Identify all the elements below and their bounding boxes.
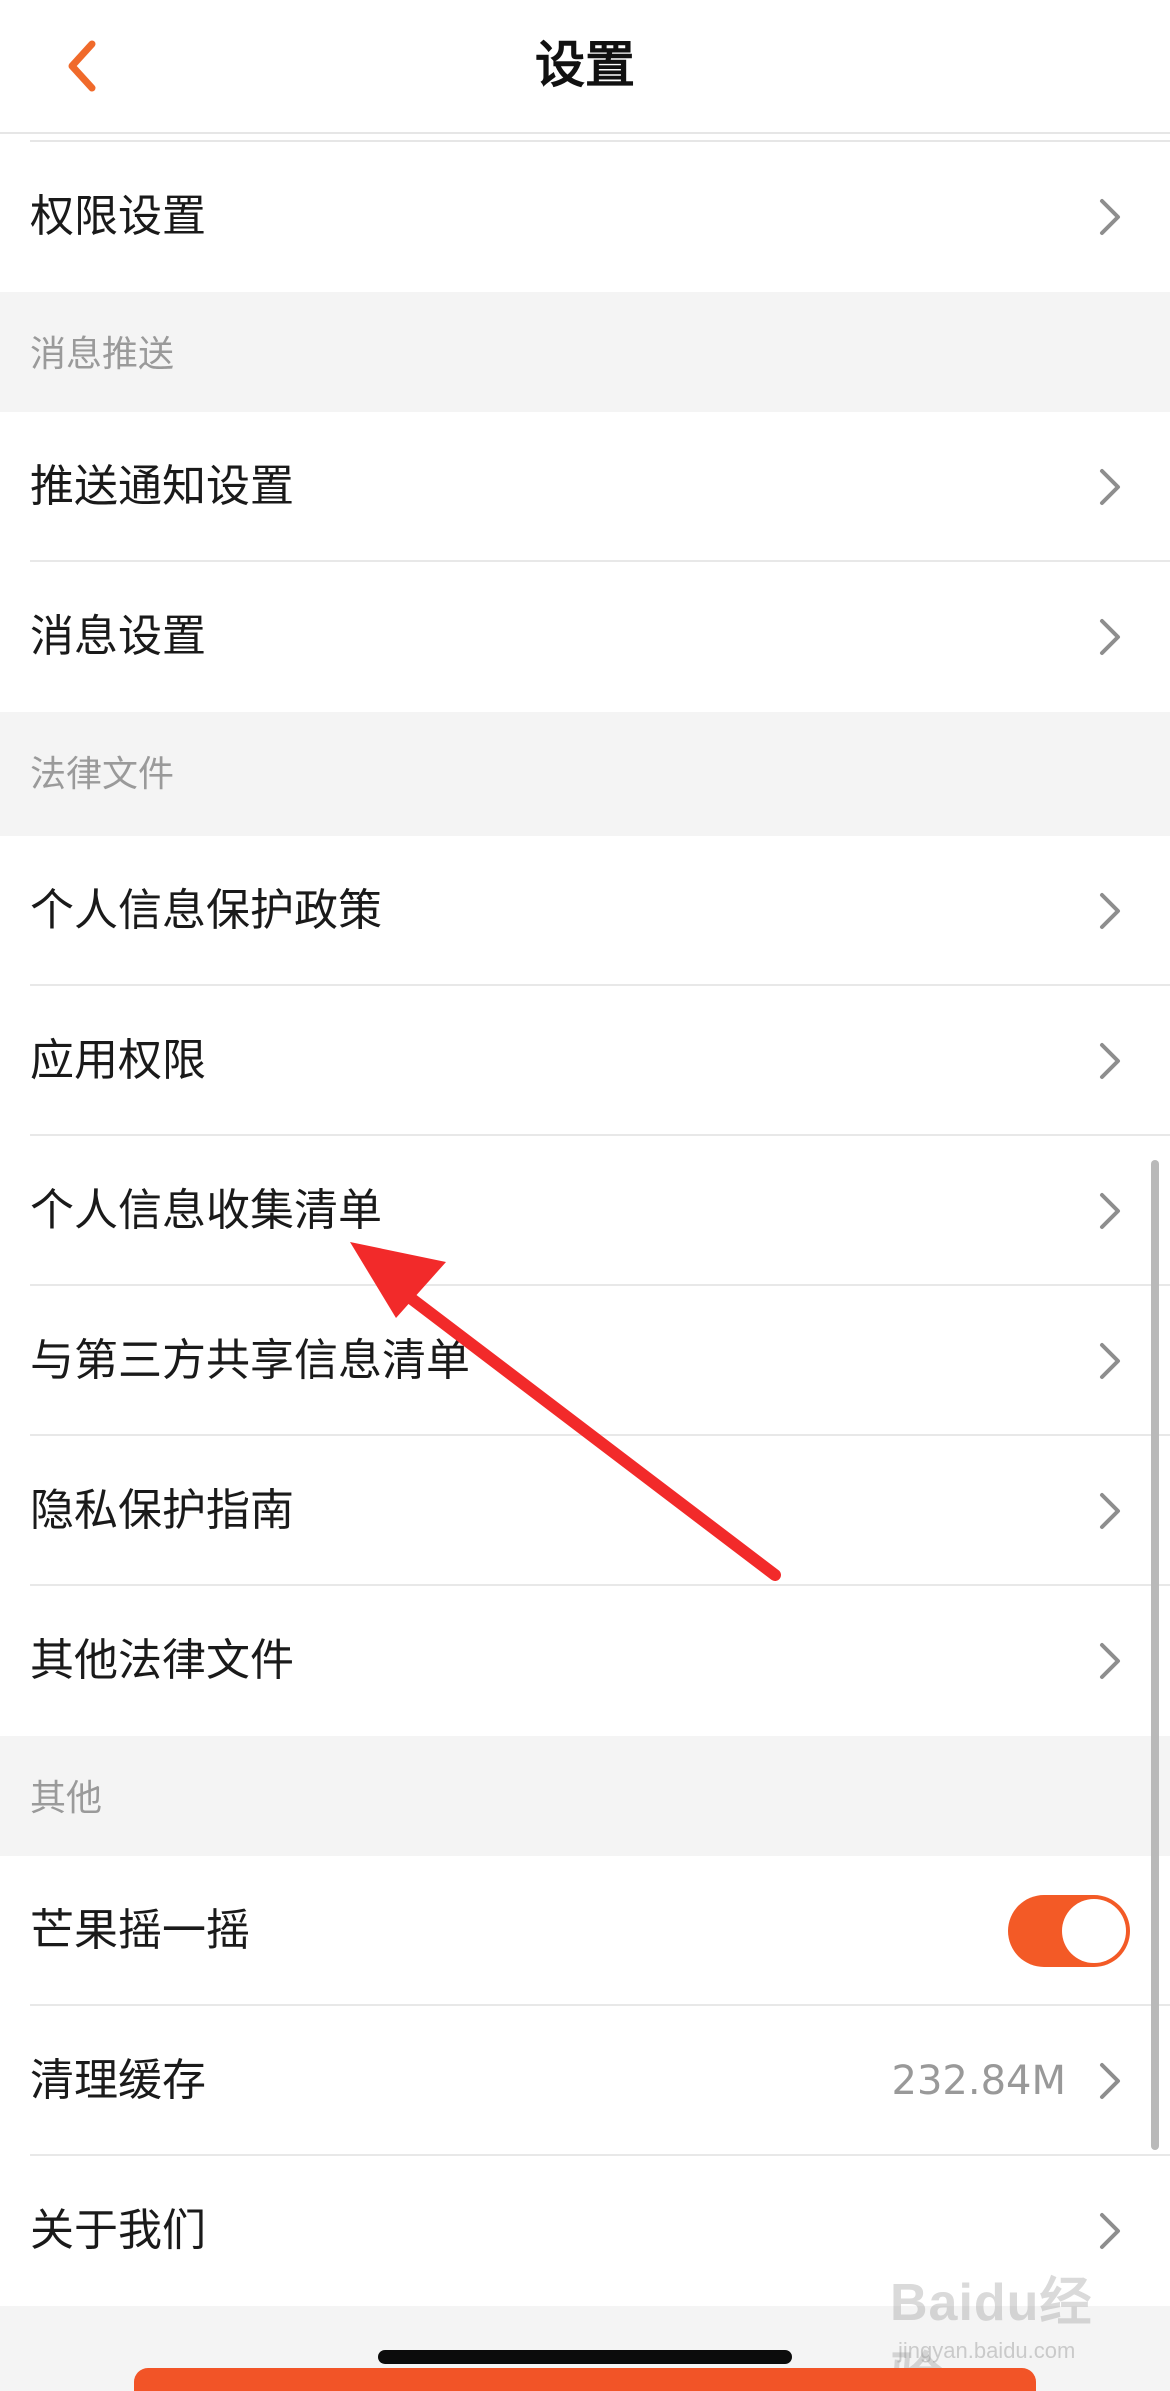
row-label: 芒果摇一摇: [30, 1905, 250, 1956]
section-header-legal-documents: 法律文件: [0, 712, 1170, 832]
chevron-right-icon: [1100, 619, 1120, 655]
row-personal-info-protection-policy[interactable]: 个人信息保护政策: [0, 836, 1170, 986]
chevron-right-icon: [1100, 1343, 1120, 1379]
row-label: 消息设置: [30, 611, 206, 662]
chevron-right-icon: [1100, 1493, 1120, 1529]
row-label: 个人信息保护政策: [30, 885, 382, 936]
chevron-right-icon: [1100, 469, 1120, 505]
row-permission-settings[interactable]: 权限设置: [0, 142, 1170, 292]
row-personal-info-collection-list[interactable]: 个人信息收集清单: [0, 1136, 1170, 1286]
chevron-right-icon: [1100, 1043, 1120, 1079]
row-label: 个人信息收集清单: [30, 1185, 382, 1236]
section-label: 法律文件: [30, 754, 175, 795]
row-push-notification-settings[interactable]: 推送通知设置: [0, 412, 1170, 562]
row-third-party-sharing-list[interactable]: 与第三方共享信息清单: [0, 1286, 1170, 1436]
row-label: 其他法律文件: [30, 1635, 294, 1686]
row-label: 推送通知设置: [30, 461, 294, 512]
nav-bar: 设置: [0, 0, 1170, 134]
row-label: 应用权限: [30, 1035, 206, 1086]
settings-screen: 设置 权限设置 消息推送 推送通知设置 消息设置 法律文件 个人信息保护政策 应…: [0, 0, 1170, 2391]
mango-shake-toggle[interactable]: [1008, 1895, 1130, 1967]
bottom-action-button[interactable]: [134, 2368, 1036, 2391]
row-label: 清理缓存: [30, 2055, 206, 2106]
row-label: 与第三方共享信息清单: [30, 1335, 470, 1386]
row-other-legal-documents[interactable]: 其他法律文件: [0, 1586, 1170, 1736]
section-header-message-push: 消息推送: [0, 292, 1170, 412]
cache-size-value: 232.84M: [891, 2058, 1066, 2104]
watermark: Baidu经验 jingyan.baidu.com: [890, 2260, 1140, 2391]
home-indicator: [378, 2350, 792, 2364]
row-label: 关于我们: [30, 2205, 206, 2256]
list-top-cutoff: [0, 134, 1170, 142]
row-app-permissions[interactable]: 应用权限: [0, 986, 1170, 1136]
chevron-right-icon: [1100, 1193, 1120, 1229]
section-label: 消息推送: [30, 334, 175, 375]
chevron-right-icon: [1100, 1643, 1120, 1679]
row-message-settings[interactable]: 消息设置: [0, 562, 1170, 712]
chevron-right-icon: [1100, 2213, 1120, 2249]
toggle-knob: [1062, 1899, 1126, 1963]
chevron-right-icon: [1100, 199, 1120, 235]
chevron-right-icon: [1100, 893, 1120, 929]
section-label: 其他: [30, 1778, 103, 1819]
section-header-other: 其他: [0, 1736, 1170, 1856]
watermark-url: jingyan.baidu.com: [898, 2338, 1076, 2363]
row-privacy-guide[interactable]: 隐私保护指南: [0, 1436, 1170, 1586]
page-title: 设置: [535, 36, 635, 94]
chevron-right-icon: [1100, 2063, 1120, 2099]
row-mango-shake: 芒果摇一摇: [0, 1856, 1170, 2006]
row-clear-cache[interactable]: 清理缓存 232.84M: [0, 2006, 1170, 2156]
row-label: 隐私保护指南: [30, 1485, 294, 1536]
scrollbar[interactable]: [1151, 1160, 1159, 2150]
row-label: 权限设置: [30, 191, 206, 242]
